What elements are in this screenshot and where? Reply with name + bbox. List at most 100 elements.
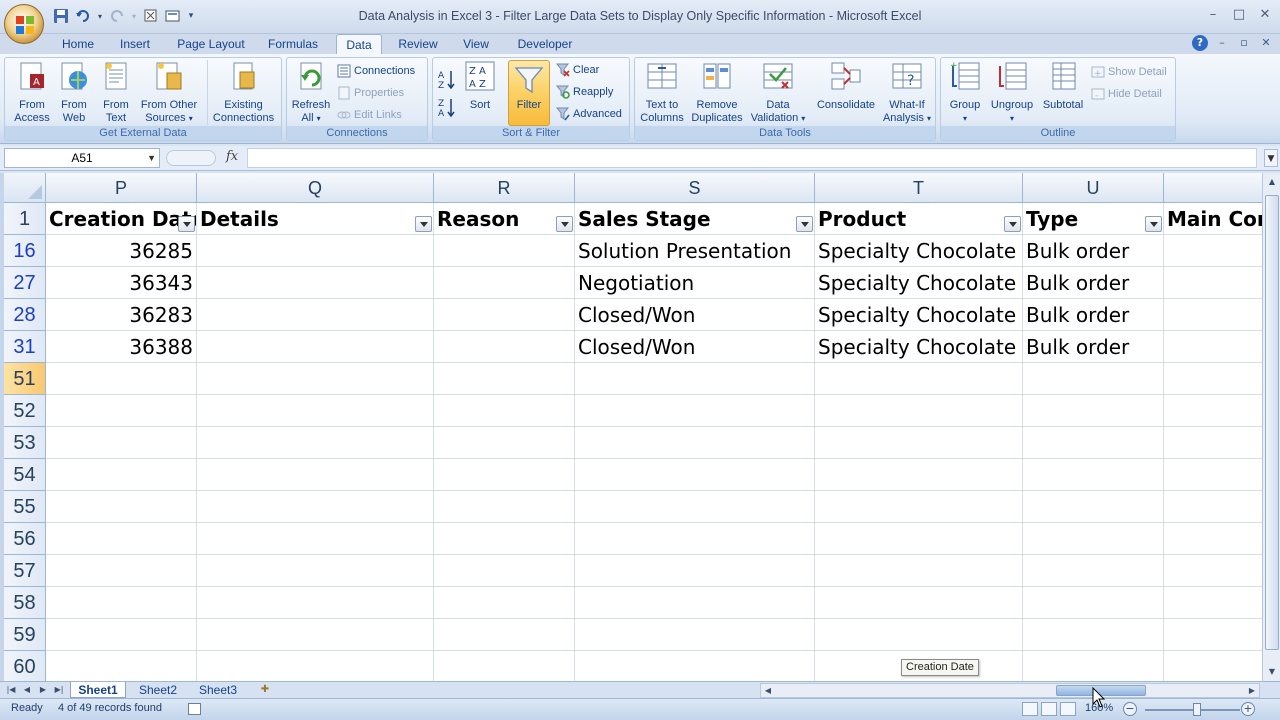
grid-cell[interactable] <box>434 651 575 683</box>
row-header[interactable]: 52 <box>4 395 46 427</box>
row-header[interactable]: 16 <box>4 235 46 267</box>
grid-cell[interactable]: 36285 <box>46 235 197 267</box>
tab-page-layout[interactable]: Page Layout <box>172 34 250 54</box>
office-button[interactable] <box>4 4 44 44</box>
grid-cell[interactable] <box>815 523 1023 555</box>
filter-dropdown-creation-date[interactable] <box>178 216 195 232</box>
column-header-s[interactable]: S <box>575 173 815 203</box>
workbook-minimize-icon[interactable]: – <box>1214 35 1230 51</box>
existing-connections-button[interactable]: Existing Connections <box>207 60 279 125</box>
header-cell[interactable]: Type <box>1023 203 1164 235</box>
subtotal-button[interactable]: Subtotal <box>1039 60 1087 112</box>
grid-cell[interactable] <box>815 427 1023 459</box>
grid-cell[interactable]: Negotiation <box>575 267 815 299</box>
consolidate-button[interactable]: Consolidate <box>811 60 881 112</box>
grid-cell[interactable] <box>197 267 434 299</box>
grid-cell[interactable] <box>1023 459 1164 491</box>
vertical-scroll-thumb[interactable] <box>1265 195 1279 650</box>
data-validation-button[interactable]: Data Validation ▾ <box>749 60 807 125</box>
grid-cell[interactable] <box>1164 331 1262 363</box>
connections-button[interactable]: Connections <box>337 62 415 80</box>
grid-cell[interactable] <box>575 523 815 555</box>
sort-button[interactable]: Z AA Z Sort <box>463 60 497 112</box>
header-cell[interactable]: Creation Date <box>46 203 197 235</box>
column-header-t[interactable]: T <box>815 173 1023 203</box>
zoom-slider-thumb[interactable] <box>1193 703 1201 716</box>
grid-cell[interactable] <box>197 555 434 587</box>
grid-cell[interactable] <box>434 299 575 331</box>
record-macro-icon[interactable] <box>188 703 201 715</box>
grid-cell[interactable] <box>575 427 815 459</box>
grid-cell[interactable] <box>815 555 1023 587</box>
row-header[interactable]: 58 <box>4 587 46 619</box>
grid-cell[interactable] <box>46 395 197 427</box>
row-header[interactable]: 53 <box>4 427 46 459</box>
grid-cell[interactable] <box>434 555 575 587</box>
next-sheet-icon[interactable]: ▶ <box>36 683 50 696</box>
grid-cell[interactable]: Bulk order <box>1023 331 1164 363</box>
zoom-in-icon[interactable]: + <box>1241 702 1255 716</box>
header-cell[interactable]: Main Com <box>1164 203 1262 235</box>
prev-sheet-icon[interactable]: ◀ <box>20 683 34 696</box>
grid-cell[interactable] <box>575 363 815 395</box>
properties-button[interactable]: Properties <box>337 84 404 102</box>
reapply-button[interactable]: Reapply <box>556 83 613 101</box>
grid-cell[interactable] <box>1023 555 1164 587</box>
grid-cell[interactable] <box>434 331 575 363</box>
insert-function-icon[interactable]: fx <box>226 149 238 164</box>
sort-descending-button[interactable]: ZA <box>437 98 457 118</box>
hide-detail-button[interactable]: - Hide Detail <box>1091 85 1162 103</box>
grid-cell[interactable] <box>575 555 815 587</box>
filter-dropdown-details[interactable] <box>415 216 432 232</box>
column-header-p[interactable]: P <box>46 173 197 203</box>
grid-cell[interactable] <box>815 459 1023 491</box>
column-header-r[interactable]: R <box>434 173 575 203</box>
row-header[interactable]: 54 <box>4 459 46 491</box>
grid-cell[interactable] <box>434 459 575 491</box>
from-other-sources-button[interactable]: From Other Sources ▾ <box>137 60 201 125</box>
tab-formulas[interactable]: Formulas <box>262 34 324 54</box>
grid-cell[interactable] <box>1164 523 1262 555</box>
what-if-analysis-button[interactable]: ? What-If Analysis ▾ <box>881 60 933 125</box>
name-box[interactable]: A51 ▼ <box>4 148 160 168</box>
group-button[interactable]: + Group ▾ <box>943 60 987 125</box>
vertical-scrollbar[interactable]: ▲ ▼ <box>1262 173 1280 683</box>
grid-cell[interactable] <box>46 459 197 491</box>
grid-cell[interactable] <box>197 427 434 459</box>
grid-cell[interactable] <box>1023 523 1164 555</box>
column-header-q[interactable]: Q <box>197 173 434 203</box>
grid-cell[interactable] <box>815 395 1023 427</box>
row-header[interactable]: 59 <box>4 619 46 651</box>
column-header-u[interactable]: U <box>1023 173 1164 203</box>
filter-button[interactable]: Filter <box>508 60 550 126</box>
tab-view[interactable]: View <box>454 34 498 54</box>
grid-cell[interactable] <box>434 235 575 267</box>
grid-cell[interactable] <box>46 491 197 523</box>
normal-view-icon[interactable] <box>1022 702 1038 716</box>
row-header[interactable]: 27 <box>4 267 46 299</box>
grid-cell[interactable] <box>197 459 434 491</box>
from-web-button[interactable]: From Web <box>55 60 93 125</box>
grid-cell[interactable] <box>434 491 575 523</box>
grid-cell[interactable] <box>575 587 815 619</box>
grid-cell[interactable] <box>575 395 815 427</box>
grid-cell[interactable]: 36388 <box>46 331 197 363</box>
grid-cell[interactable] <box>575 651 815 683</box>
scroll-right-icon[interactable]: ▶ <box>1245 684 1259 697</box>
grid-cell[interactable] <box>197 651 434 683</box>
last-sheet-icon[interactable]: ▶| <box>52 683 66 696</box>
sheet-tab-sheet3[interactable]: Sheet3 <box>192 682 244 698</box>
grid-cell[interactable]: Specialty Chocolate <box>815 267 1023 299</box>
help-icon[interactable]: ? <box>1192 35 1208 51</box>
remove-duplicates-button[interactable]: Remove Duplicates <box>687 60 747 125</box>
horizontal-scrollbar[interactable]: ◀ ▶ <box>760 683 1260 698</box>
grid-cell[interactable] <box>46 619 197 651</box>
scroll-up-icon[interactable]: ▲ <box>1265 175 1279 189</box>
grid-cell[interactable] <box>434 267 575 299</box>
grid-cell[interactable] <box>1023 491 1164 523</box>
select-all-corner[interactable] <box>4 173 46 203</box>
workbook-close-icon[interactable]: ✕ <box>1258 35 1274 51</box>
refresh-all-button[interactable]: Refresh All ▾ <box>289 60 333 125</box>
grid-cell[interactable] <box>46 427 197 459</box>
sheet-tab-sheet2[interactable]: Sheet2 <box>132 682 184 698</box>
